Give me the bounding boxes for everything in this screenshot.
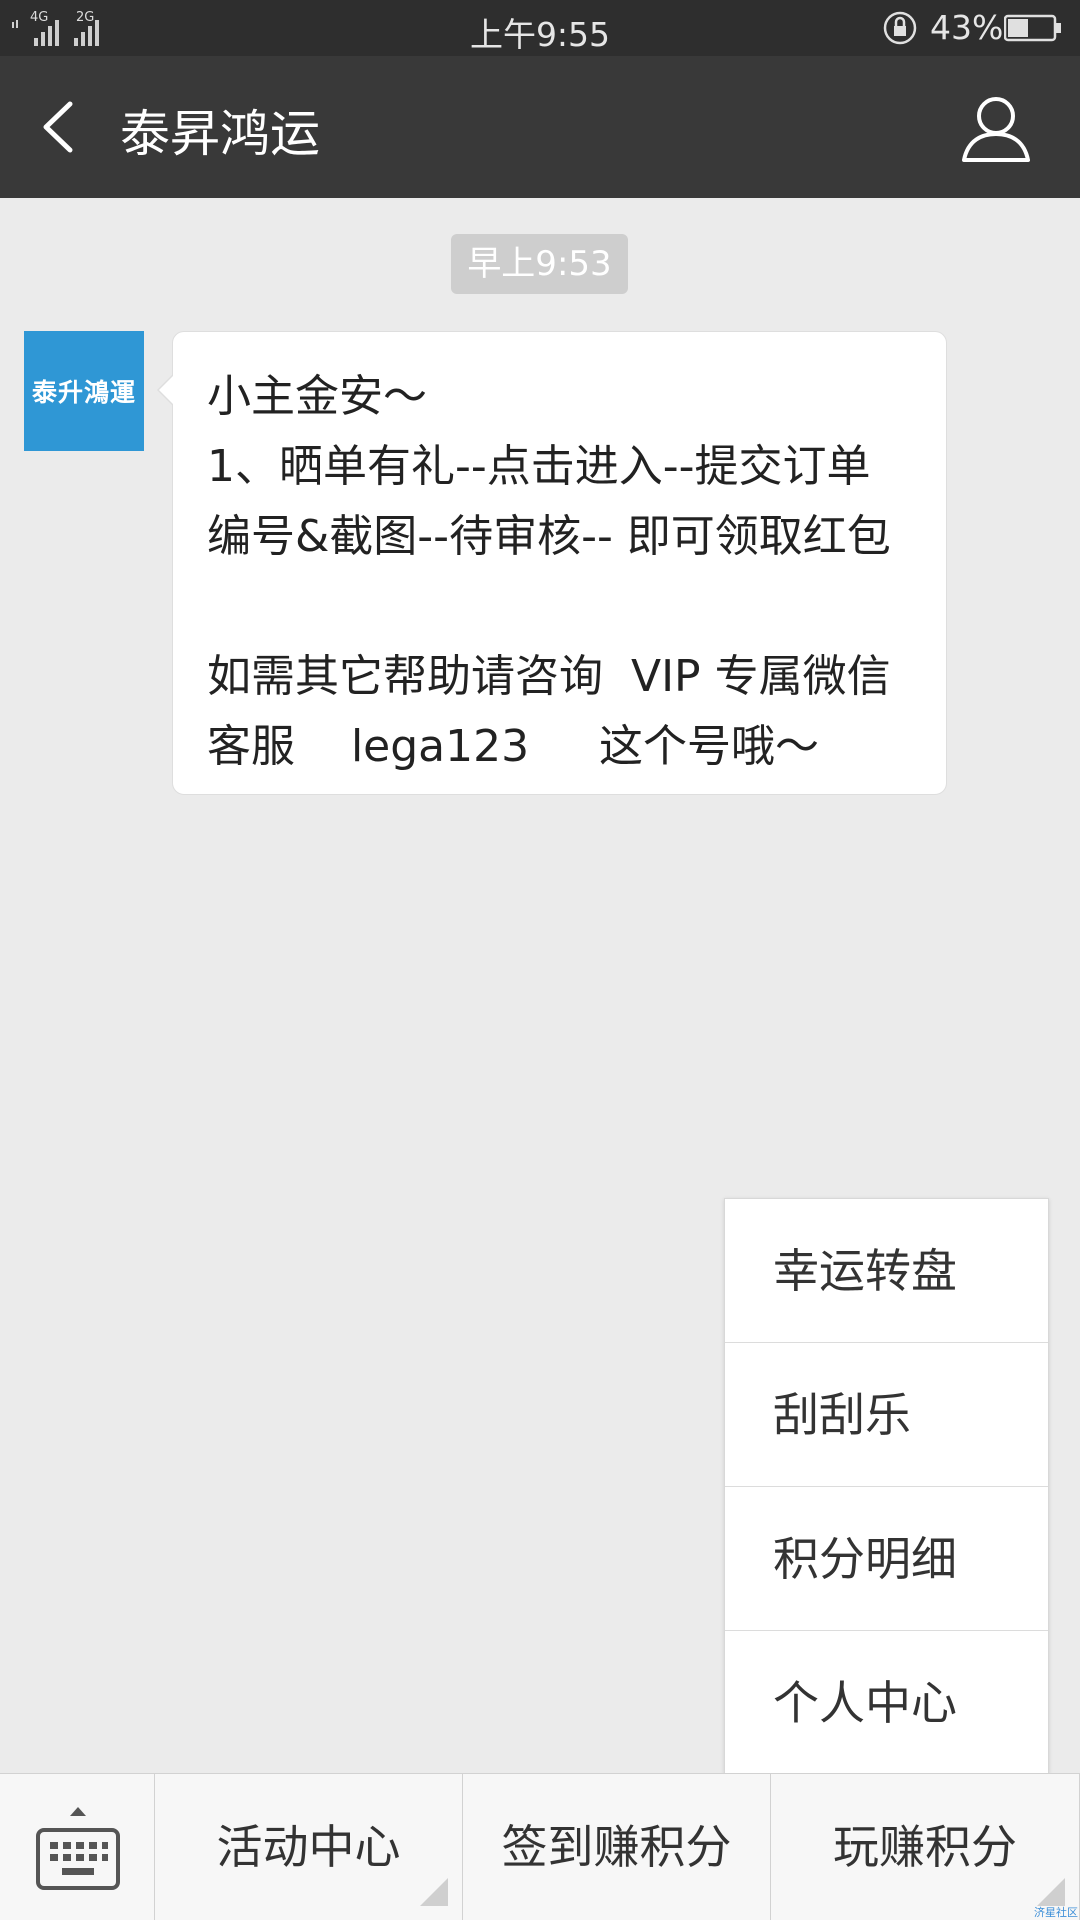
- message-timestamp: 早上9:53: [451, 234, 628, 294]
- menu-label: 活动中心: [216, 1820, 401, 1874]
- rotation-lock-icon: [883, 11, 917, 45]
- message-bubble[interactable]: 小主金安～ 1、晒单有礼--点击进入--提交订单 编号&截图--待审核-- 即可…: [157, 331, 947, 795]
- sender-avatar[interactable]: 泰升鴻運: [24, 331, 144, 451]
- keyboard-toggle-button[interactable]: [0, 1774, 155, 1920]
- submenu-item-personal-center[interactable]: 个人中心: [725, 1631, 1048, 1775]
- back-arrow-icon[interactable]: [30, 92, 90, 162]
- menu-activity-center[interactable]: 活动中心: [155, 1774, 463, 1920]
- page-title: 泰昇鸿运: [120, 105, 320, 163]
- message-line: 编号&截图--待审核-- 即可领取红包: [207, 511, 891, 562]
- submenu-indicator-icon: [1037, 1878, 1065, 1906]
- battery-percent: 43%: [930, 8, 1004, 47]
- message-line: 小主金安～: [207, 371, 427, 422]
- submenu-indicator-icon: [420, 1878, 448, 1906]
- watermark-text: 济星社区: [1034, 1906, 1078, 1919]
- message-line: 1、晒单有礼--点击进入--提交订单: [207, 441, 871, 492]
- status-bar: 4G 2G 上午9:55 43%: [0, 0, 1080, 56]
- message-line: 如需其它帮助请咨询 VIP 专属微信: [207, 651, 891, 702]
- battery-icon: [1004, 14, 1061, 42]
- menu-label: 签到赚积分: [501, 1820, 732, 1874]
- menu-checkin-points[interactable]: 签到赚积分: [463, 1774, 771, 1920]
- submenu-item-lucky-wheel[interactable]: 幸运转盘: [725, 1199, 1048, 1343]
- submenu-item-scratch-card[interactable]: 刮刮乐: [725, 1343, 1048, 1487]
- message-line: 客服 lega123 这个号哦～: [207, 721, 820, 772]
- menu-label: 玩赚积分: [833, 1820, 1017, 1874]
- status-time: 上午9:55: [469, 15, 611, 54]
- message-line: [207, 572, 912, 642]
- menu-play-earn-points[interactable]: 玩赚积分: [771, 1774, 1080, 1920]
- bottom-menu-bar: 活动中心 签到赚积分 玩赚积分 济星社区: [0, 1773, 1080, 1920]
- keyboard-icon: [36, 1807, 120, 1890]
- profile-icon[interactable]: [958, 94, 1034, 164]
- submenu-item-points-detail[interactable]: 积分明细: [725, 1487, 1048, 1631]
- submenu-popup: 幸运转盘 刮刮乐 积分明细 个人中心: [724, 1198, 1049, 1774]
- title-bar: 泰昇鸿运: [0, 56, 1080, 198]
